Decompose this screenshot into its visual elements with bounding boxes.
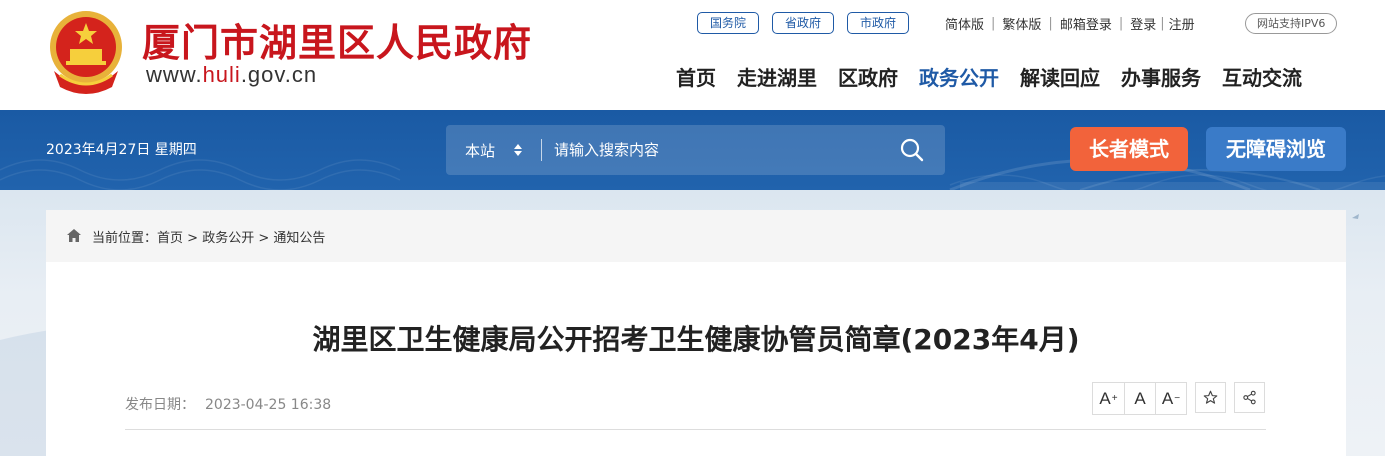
nav-interpretation[interactable]: 解读回应 [1020, 62, 1100, 91]
font-larger-button[interactable]: A + [1093, 383, 1124, 414]
nav-district-gov[interactable]: 区政府 [838, 62, 898, 91]
article-title: 湖里区卫生健康局公开招考卫生健康协管员简章(2023年4月) [312, 323, 1080, 356]
breadcrumb-separator: > [254, 231, 274, 246]
divider: | [1160, 16, 1165, 31]
search-band: 2023年4月27日 星期四 本站 长者模式 无障碍浏览 [0, 110, 1385, 190]
link-state-council[interactable]: 国务院 [697, 12, 760, 34]
elder-mode-button[interactable]: 长者模式 [1070, 127, 1188, 171]
link-register[interactable]: 注册 [1169, 14, 1195, 33]
minus-icon: − [1174, 393, 1181, 404]
plus-icon: + [1111, 393, 1118, 404]
search-input[interactable] [554, 133, 894, 167]
search-scope-select[interactable]: 本站 [465, 140, 495, 161]
utility-links: 简体版 | 繁体版 | 邮箱登录 | 登录 | 注册 [945, 14, 1195, 33]
breadcrumb-home[interactable]: 首页 [157, 231, 183, 246]
site-header: 厦门市湖里区人民政府 www.huli.gov.cn 国务院 省政府 市政府 简… [0, 0, 1385, 110]
site-url-prefix: www. [146, 62, 203, 87]
main-nav: 首页 走进湖里 区政府 政务公开 解读回应 办事服务 互动交流 [676, 62, 1302, 91]
nav-gov-affairs[interactable]: 政务公开 [919, 62, 999, 91]
breadcrumb-notices[interactable]: 通知公告 [273, 231, 325, 246]
favorite-button[interactable] [1195, 382, 1226, 413]
article-card: 当前位置：首页 > 政务公开 > 通知公告 湖里区卫生健康局公开招考卫生健康协管… [46, 210, 1346, 456]
publish-date-value: 2023-04-25 16:38 [205, 397, 332, 413]
site-url-suffix: .gov.cn [240, 62, 318, 87]
breadcrumb-separator: > [183, 231, 203, 246]
site-url: www.huli.gov.cn [146, 62, 317, 88]
font-normal-label: A [1134, 388, 1146, 408]
nav-home[interactable]: 首页 [676, 62, 716, 91]
nav-about-huli[interactable]: 走进湖里 [737, 62, 817, 91]
accessibility-button[interactable]: 无障碍浏览 [1206, 127, 1346, 171]
font-smaller-button[interactable]: A − [1155, 383, 1186, 414]
share-button[interactable] [1234, 382, 1265, 413]
nav-interaction[interactable]: 互动交流 [1222, 62, 1302, 91]
divider: | [991, 16, 996, 31]
font-smaller-label: A [1161, 388, 1174, 408]
divider: | [1048, 16, 1053, 31]
article-tools: A + A A − [1092, 382, 1265, 415]
font-normal-button[interactable]: A [1124, 383, 1155, 414]
link-city-gov[interactable]: 市政府 [847, 12, 910, 34]
breadcrumb: 当前位置：首页 > 政务公开 > 通知公告 [46, 210, 1346, 262]
publish-date-label: 发布日期： [125, 397, 195, 413]
share-icon [1243, 390, 1256, 405]
home-icon[interactable] [66, 228, 82, 243]
font-size-controls: A + A A − [1092, 382, 1187, 415]
search-divider [541, 139, 542, 161]
national-emblem-icon[interactable] [46, 9, 126, 97]
link-mail-login[interactable]: 邮箱登录 [1060, 14, 1112, 33]
search-icon[interactable] [899, 137, 925, 163]
sort-arrows-icon[interactable] [512, 141, 524, 159]
site-title[interactable]: 厦门市湖里区人民政府 [142, 12, 532, 67]
divider [125, 429, 1266, 430]
breadcrumb-gov-affairs[interactable]: 政务公开 [202, 231, 254, 246]
breadcrumb-trail: 当前位置：首页 > 政务公开 > 通知公告 [92, 227, 325, 246]
ipv6-badge: 网站支持IPV6 [1245, 13, 1338, 34]
star-icon [1203, 390, 1218, 404]
site-url-highlight: huli [202, 62, 241, 87]
breadcrumb-prefix: 当前位置： [92, 231, 158, 246]
link-login[interactable]: 登录 [1130, 14, 1156, 33]
font-larger-label: A [1099, 388, 1111, 408]
link-simplified[interactable]: 简体版 [945, 14, 984, 33]
link-provincial-gov[interactable]: 省政府 [772, 12, 835, 34]
publish-date: 发布日期： 2023-04-25 16:38 [125, 394, 331, 414]
current-date: 2023年4月27日 星期四 [46, 142, 197, 158]
gov-links: 国务院 省政府 市政府 [697, 12, 922, 34]
nav-services[interactable]: 办事服务 [1121, 62, 1201, 91]
search-box: 本站 [446, 125, 945, 175]
link-traditional[interactable]: 繁体版 [1002, 14, 1041, 33]
divider: | [1118, 16, 1124, 31]
